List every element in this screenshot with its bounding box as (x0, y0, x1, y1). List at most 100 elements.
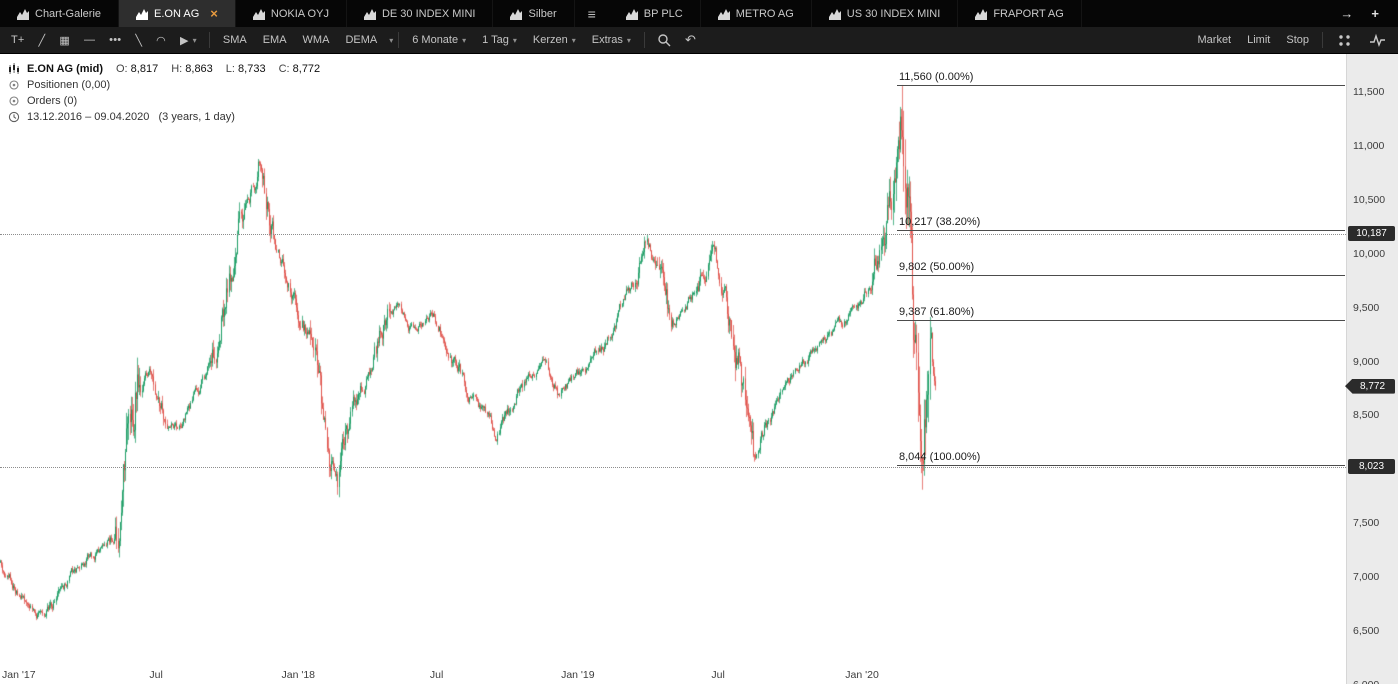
order-market-button[interactable]: Market (1190, 27, 1240, 53)
chart-legend: E.ON AG (mid) O: 8,817 H: 8,863 L: 8,733… (8, 61, 320, 125)
chart-dropdowns: 6 Monate▾ 1 Tag ▾ Kerzen▾Extras▾ (404, 27, 639, 53)
y-axis-label: 10,000 (1353, 248, 1385, 260)
indicator-buttons: SMAEMAWMADEMA ▾ (215, 27, 393, 53)
date-range-label: 13.12.2016 – 09.04.2020 (3 years, 1 day) (27, 111, 235, 123)
tab-bp-plc[interactable]: BP PLC (609, 0, 701, 27)
tab-bar: Chart-Galerie E.ON AG × NOKIA OYJ DE 30 INDE… (0, 0, 1398, 27)
y-axis-label: 6,000 (1353, 679, 1379, 684)
ohlc-low: L: 8,733 (226, 63, 266, 75)
dropdown-label: 6 Monate (412, 34, 458, 46)
positions-row[interactable]: Positionen (0,00) (8, 77, 320, 93)
price-level-badge: 10,187 (1348, 226, 1395, 241)
y-axis-label: 6,500 (1353, 625, 1379, 637)
tab-us-30-index-mini[interactable]: US 30 INDEX MINI (812, 0, 959, 27)
area-chart-icon (510, 8, 522, 20)
y-axis-label: 9,500 (1353, 302, 1379, 314)
tab-de-30-index-mini[interactable]: DE 30 INDEX MINI (347, 0, 494, 27)
price-axis[interactable]: 11,50011,00010,50010,0009,5009,0008,5008… (1346, 54, 1398, 684)
more-drawings-tool[interactable]: ••• (102, 27, 128, 53)
dropdown-6-monate[interactable]: 6 Monate▾ (404, 27, 474, 53)
order-buttons: MarketLimitStop (1190, 27, 1318, 53)
shapes-tool[interactable]: ▶▾ (173, 27, 204, 53)
tab-silber[interactable]: Silber (493, 0, 574, 27)
area-chart-icon (829, 8, 841, 20)
y-axis-label: 9,000 (1353, 356, 1379, 368)
order-limit-button[interactable]: Limit (1239, 27, 1278, 53)
tab-overflow-menu-icon[interactable]: ≡ (575, 0, 609, 27)
dropdown-1-tag[interactable]: 1 Tag ▾ (474, 27, 525, 53)
tab-label: BP PLC (644, 8, 683, 20)
x-axis-label: Jan '19 (561, 669, 595, 681)
target-circle-icon (8, 95, 20, 107)
ohlc-close: C: 8,772 (279, 63, 321, 75)
tab-nokia-oyj[interactable]: NOKIA OYJ (236, 0, 347, 27)
tab-label: NOKIA OYJ (271, 8, 329, 20)
indicator-dema-button[interactable]: DEMA (337, 27, 385, 53)
toolbar-separator (644, 32, 645, 48)
dropdown-kerzen[interactable]: Kerzen▾ (525, 27, 584, 53)
dropdown-label: 1 Tag (482, 34, 509, 46)
tab-chart-galerie[interactable]: Chart-Galerie (0, 0, 119, 27)
add-tab-button[interactable]: + (1362, 6, 1388, 21)
candlestick-icon (8, 63, 20, 75)
tab-label: US 30 INDEX MINI (847, 8, 941, 20)
price-level-badge: 8,023 (1348, 459, 1395, 474)
area-chart-icon (136, 8, 148, 20)
orders-row[interactable]: Orders (0) (8, 93, 320, 109)
indicator-ema-button[interactable]: EMA (255, 27, 295, 53)
chevron-down-icon: ▾ (513, 36, 517, 45)
y-axis-label: 7,500 (1353, 517, 1379, 529)
y-axis-label: 7,000 (1353, 571, 1379, 583)
y-axis-label: 11,000 (1353, 140, 1384, 152)
dropdown-label: Kerzen (533, 34, 568, 46)
tab-label: Chart-Galerie (35, 8, 101, 20)
y-axis-label: 11,500 (1353, 86, 1384, 98)
time-axis[interactable]: Jan '17JulJan '18JulJan '19JulJan '20 (0, 666, 1346, 684)
pencil-tool[interactable]: ╱ (32, 27, 53, 53)
indicator-sma-button[interactable]: SMA (215, 27, 255, 53)
area-chart-icon (975, 8, 987, 20)
target-circle-icon (8, 79, 20, 91)
arc-tool[interactable]: ◠ (149, 27, 173, 53)
zoom-icon[interactable] (650, 27, 678, 53)
ohlc-open: O: 8,817 (116, 63, 158, 75)
indicator-dropdown-caret[interactable]: ▾ (389, 36, 393, 45)
close-icon[interactable]: × (210, 7, 218, 20)
tab-label: Silber (528, 8, 556, 20)
area-chart-icon (718, 8, 730, 20)
tab-label: E.ON AG (154, 8, 199, 20)
tab-label: DE 30 INDEX MINI (382, 8, 476, 20)
zoom-tools: ↶ (650, 27, 703, 53)
order-stop-button[interactable]: Stop (1278, 27, 1317, 53)
tab-label: FRAPORT AG (993, 8, 1064, 20)
tab-metro-ag[interactable]: METRO AG (701, 0, 812, 27)
clock-icon (8, 111, 20, 123)
toolbar-separator (209, 32, 210, 48)
area-chart-icon (626, 8, 638, 20)
horizontal-line-tool[interactable]: ― (77, 27, 102, 53)
pattern-tool[interactable]: ▦ (52, 27, 77, 53)
drawing-tools: T+╱▦―•••╲◠▶▾ (4, 27, 204, 53)
instrument-row: E.ON AG (mid) O: 8,817 H: 8,863 L: 8,733… (8, 61, 320, 77)
trendline-tool[interactable]: ╲ (128, 27, 149, 53)
current-price-badge: 8,772 (1345, 379, 1395, 394)
x-axis-label: Jul (711, 669, 724, 681)
candlestick-chart[interactable] (0, 54, 1346, 666)
ohlc-high: H: 8,863 (171, 63, 213, 75)
toolbar-separator (1322, 32, 1323, 48)
undo-icon[interactable]: ↶ (678, 27, 703, 53)
tab-fraport-ag[interactable]: FRAPORT AG (958, 0, 1082, 27)
chevron-down-icon: ▾ (193, 36, 197, 45)
trading-app: Chart-Galerie E.ON AG × NOKIA OYJ DE 30 INDE… (0, 0, 1398, 684)
area-chart-icon (253, 8, 265, 20)
scroll-tabs-right-icon[interactable]: → (1331, 6, 1362, 21)
date-range-row: 13.12.2016 – 09.04.2020 (3 years, 1 day) (8, 109, 320, 125)
x-axis-label: Jul (149, 669, 162, 681)
tab-label: METRO AG (736, 8, 794, 20)
text-tool[interactable]: T+ (4, 27, 32, 53)
dropdown-extras[interactable]: Extras▾ (584, 27, 639, 53)
indicator-pulse-icon[interactable] (1361, 27, 1394, 53)
tab-e-on-ag[interactable]: E.ON AG × (119, 0, 236, 27)
widget-grid-icon[interactable] (1328, 27, 1361, 53)
indicator-wma-button[interactable]: WMA (295, 27, 338, 53)
